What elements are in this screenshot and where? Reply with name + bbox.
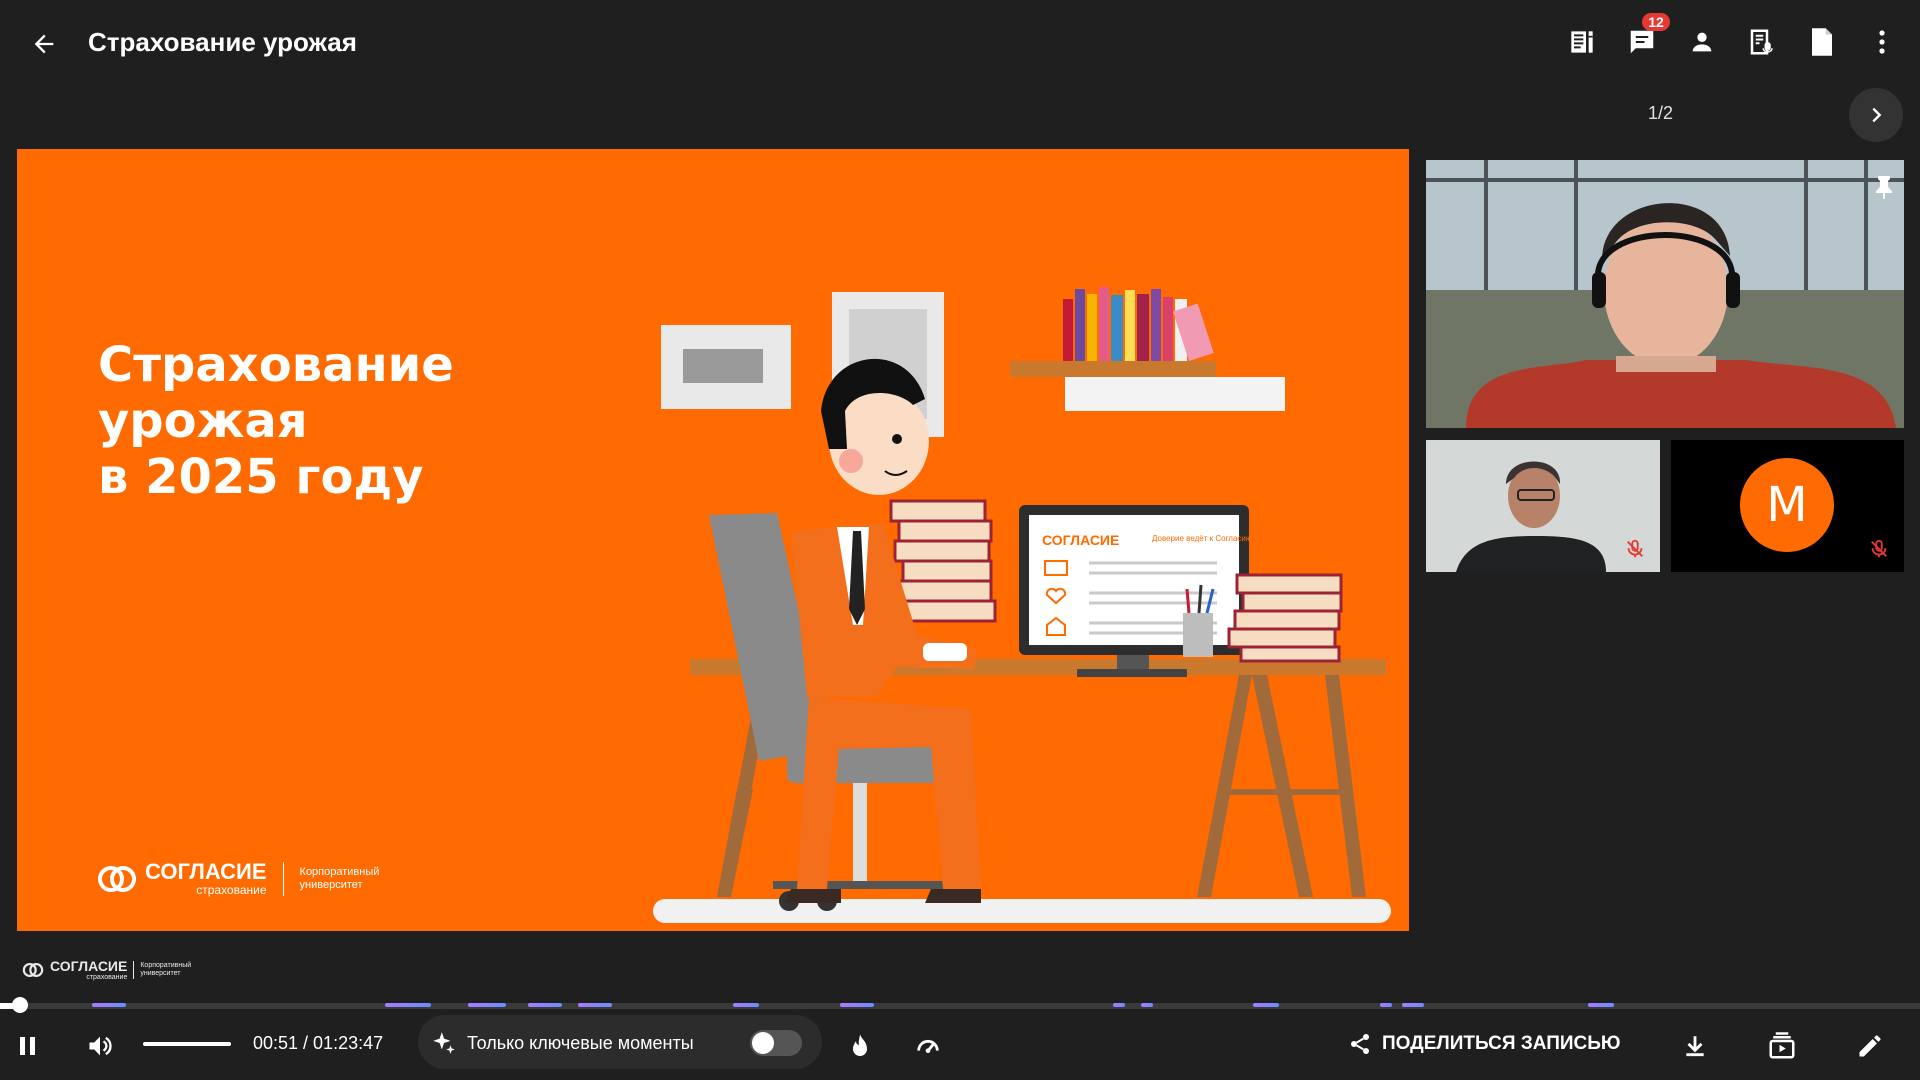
playback-time: 00:51 / 01:23:47 xyxy=(253,1033,384,1053)
toggle-knob xyxy=(752,1032,774,1054)
video-watermark: СОГЛАСИЕ страхование Корпоративный униве… xyxy=(22,958,192,982)
volume-icon xyxy=(89,1036,112,1056)
notes-icon xyxy=(1571,31,1593,53)
chat-button[interactable]: 12 xyxy=(1622,13,1670,62)
key-moment-marker[interactable] xyxy=(578,1003,612,1007)
key-moment-marker[interactable] xyxy=(1113,1003,1125,1007)
volume-button[interactable] xyxy=(80,1026,120,1066)
document-button[interactable] xyxy=(1802,22,1842,62)
key-moment-marker[interactable] xyxy=(92,1003,126,1007)
download-button[interactable] xyxy=(1675,1026,1715,1066)
slide-brand-logo: СОГЛАСИЕ страхование Корпоративный униве… xyxy=(97,861,390,897)
chevron-right-icon xyxy=(1872,107,1882,123)
key-moment-marker[interactable] xyxy=(468,1003,506,1007)
participant-tile-1[interactable] xyxy=(1426,440,1660,572)
office-illustration: СОГЛАСИЕ Доверие ведёт к Согласию xyxy=(653,287,1391,923)
top-actions: 12 xyxy=(1562,13,1902,62)
pause-icon xyxy=(20,1037,35,1055)
key-moment-marker[interactable] xyxy=(1380,1003,1392,1007)
watermark-sub: страхование xyxy=(86,974,128,981)
fire-icon xyxy=(853,1034,867,1056)
share-label: ПОДЕЛИТЬСЯ ЗАПИСЬЮ xyxy=(1382,1033,1621,1054)
participant-tile-2[interactable]: M xyxy=(1671,440,1904,572)
key-moment-marker[interactable] xyxy=(840,1003,874,1007)
edit-button[interactable] xyxy=(1850,1026,1890,1066)
app: Страхование урожая 12 1/2 Страхование ур… xyxy=(0,0,1920,1080)
key-moment-marker[interactable] xyxy=(1588,1003,1614,1007)
key-moment-marker[interactable] xyxy=(385,1003,431,1007)
document-icon xyxy=(1812,28,1832,56)
speaker-video[interactable] xyxy=(1426,160,1904,428)
share-icon xyxy=(1351,1034,1369,1054)
brand-text: СОГЛАСИЕ страхование xyxy=(145,859,267,898)
soglasie-logo-icon xyxy=(98,866,136,892)
download-icon xyxy=(1686,1036,1704,1057)
key-moment-marker[interactable] xyxy=(528,1003,562,1007)
key-moments-toggle[interactable] xyxy=(750,1030,802,1056)
monitor-brand: СОГЛАСИЕ xyxy=(1042,532,1119,548)
share-recording-button[interactable]: ПОДЕЛИТЬСЯ ЗАПИСЬЮ xyxy=(1348,1026,1620,1062)
playlist-button[interactable] xyxy=(1762,1026,1802,1066)
watermark-divider xyxy=(133,961,135,979)
highlights-button[interactable] xyxy=(840,1026,880,1066)
watermark-text: СОГЛАСИЕ страхование xyxy=(50,958,127,982)
pin-icon[interactable] xyxy=(1874,174,1894,200)
transcript-button[interactable] xyxy=(1742,22,1782,62)
sparkle-icon xyxy=(433,1032,455,1054)
next-page-button[interactable] xyxy=(1849,88,1903,142)
transcript-icon xyxy=(1750,29,1773,55)
speedometer-icon xyxy=(917,1039,939,1053)
soglasie-logo-icon xyxy=(22,963,44,977)
participants-icon xyxy=(1692,32,1712,52)
participants-button[interactable] xyxy=(1682,22,1722,62)
timeline-progress-bar[interactable] xyxy=(0,1003,1920,1009)
back-button[interactable] xyxy=(26,26,62,62)
more-vertical-icon xyxy=(1879,30,1885,54)
presentation-slide: Страхование урожая в 2025 году СОГЛАСИЕ … xyxy=(17,149,1409,931)
playback-speed-button[interactable] xyxy=(908,1026,948,1066)
pause-button[interactable] xyxy=(8,1026,48,1066)
participant-avatar: M xyxy=(1740,458,1834,552)
key-moment-marker[interactable] xyxy=(1253,1003,1279,1007)
brand-university: Корпоративный университет xyxy=(299,866,380,891)
timeline-scrubber[interactable] xyxy=(11,997,28,1013)
arrow-left-icon xyxy=(34,34,54,54)
brand-sub: страхование xyxy=(196,883,267,897)
volume-slider[interactable] xyxy=(143,1042,231,1046)
notes-button[interactable] xyxy=(1562,22,1602,62)
chat-unread-badge: 12 xyxy=(1642,13,1670,31)
key-moment-marker[interactable] xyxy=(1141,1003,1153,1007)
playlist-play-icon xyxy=(1769,1032,1795,1059)
watermark-name: СОГЛАСИЕ xyxy=(50,958,128,974)
pencil-icon xyxy=(1859,1035,1881,1057)
page-indicator: 1/2 xyxy=(1648,103,1674,123)
key-moment-marker[interactable] xyxy=(733,1003,759,1007)
brand-name: СОГЛАСИЕ xyxy=(145,859,267,884)
recording-title: Страхование урожая xyxy=(88,27,357,57)
key-moments-label: Только ключевые моменты xyxy=(467,1033,694,1053)
speaker-video-frame xyxy=(1426,160,1904,428)
mic-off-icon xyxy=(1627,539,1643,558)
monitor-tagline: Доверие ведёт к Согласию xyxy=(1152,534,1252,543)
brand-divider xyxy=(282,862,284,896)
watermark-university: Корпоративный университет xyxy=(140,962,192,977)
key-moment-marker[interactable] xyxy=(1402,1003,1424,1007)
more-button[interactable] xyxy=(1862,22,1902,62)
mic-off-icon xyxy=(1871,539,1887,558)
top-bar: Страхование урожая 12 xyxy=(0,0,1920,84)
chat-icon xyxy=(1630,30,1654,54)
